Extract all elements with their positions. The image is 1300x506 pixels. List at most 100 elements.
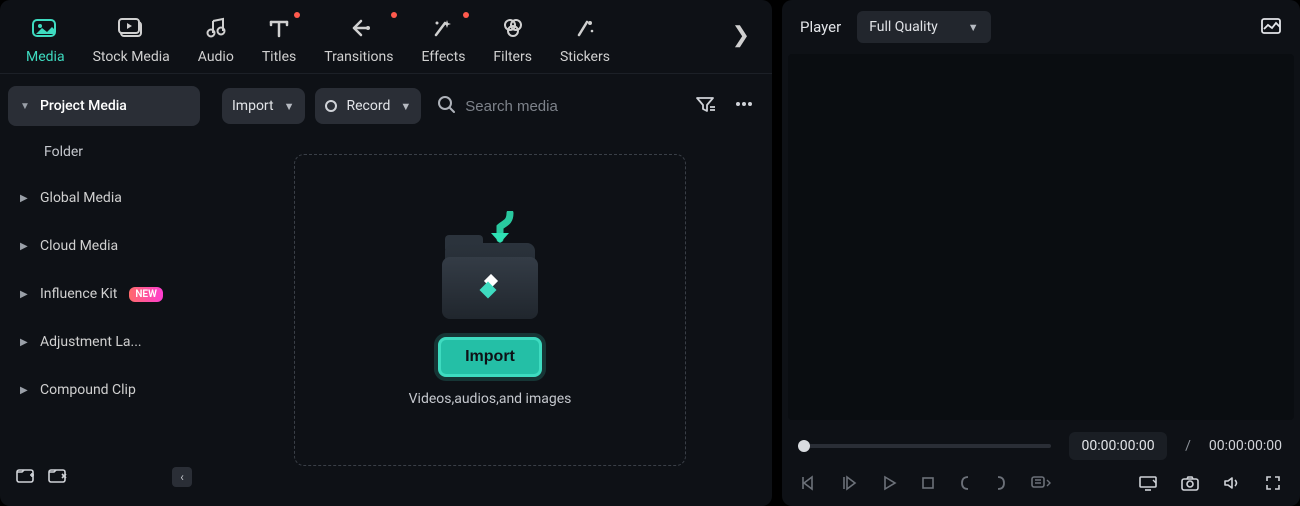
- tab-label: Filters: [493, 49, 532, 65]
- sidebar-item-label: Cloud Media: [40, 238, 118, 254]
- notification-dot-icon: [294, 12, 300, 18]
- new-folder-icon[interactable]: [16, 466, 36, 488]
- chevron-down-icon: ▼: [20, 101, 30, 112]
- mark-in-button[interactable]: [958, 474, 972, 492]
- chevron-right-icon: ❯: [732, 23, 750, 48]
- tab-effects[interactable]: Effects: [407, 6, 479, 73]
- player-controls: [782, 460, 1300, 506]
- sidebar-item-label: Folder: [44, 144, 83, 160]
- progress-thumb[interactable]: [798, 440, 810, 452]
- tab-label: Stock Media: [93, 49, 170, 65]
- notification-dot-icon: [463, 12, 469, 18]
- import-button-label: Import: [465, 348, 515, 365]
- tab-label: Media: [26, 49, 65, 65]
- stickers-icon: [574, 15, 596, 41]
- import-dropdown[interactable]: Import ▼: [222, 88, 305, 124]
- sidebar-item-compound-clip[interactable]: ▶ Compound Clip: [8, 370, 200, 410]
- filters-icon: [501, 15, 525, 41]
- rate-dropdown[interactable]: [1030, 474, 1052, 492]
- media-dropzone[interactable]: Import Videos,audios,and images: [294, 154, 686, 466]
- notification-dot-icon: [391, 12, 397, 18]
- record-label: Record: [347, 98, 391, 114]
- search-icon: [437, 95, 455, 117]
- chevron-down-icon: ▼: [284, 100, 295, 113]
- tab-label: Titles: [262, 49, 296, 65]
- mark-out-button[interactable]: [994, 474, 1008, 492]
- player-quality-select[interactable]: Full Quality ▼: [857, 11, 990, 43]
- prev-frame-button[interactable]: [800, 475, 818, 491]
- sidebar-item-influence-kit[interactable]: ▶ Influence Kit NEW: [8, 274, 200, 314]
- chevron-down-icon: ▼: [400, 100, 411, 113]
- tab-filters[interactable]: Filters: [479, 6, 546, 73]
- sidebar-item-label: Global Media: [40, 190, 122, 206]
- collapse-sidebar-button[interactable]: ‹: [172, 467, 192, 487]
- import-label: Import: [232, 98, 274, 114]
- topnav-more-button[interactable]: ❯: [722, 23, 760, 56]
- topnav: Media Stock Media Audio Titles: [0, 0, 772, 74]
- chevron-right-icon: ▶: [20, 193, 30, 204]
- media-main: Import ▼ Record ▼: [208, 74, 772, 506]
- player-panel: Player Full Quality ▼ 00:00:00:00 / 00:0…: [782, 0, 1300, 506]
- play-button[interactable]: [880, 474, 898, 492]
- sidebar-item-cloud-media[interactable]: ▶ Cloud Media: [8, 226, 200, 266]
- sidebar-item-label: Compound Clip: [40, 382, 136, 398]
- player-progress: 00:00:00:00 / 00:00:00:00: [782, 420, 1300, 460]
- tab-transitions[interactable]: Transitions: [310, 6, 407, 73]
- camera-button[interactable]: [1180, 474, 1200, 492]
- time-separator: /: [1185, 438, 1191, 454]
- tab-label: Stickers: [560, 49, 610, 65]
- dropzone-hint: Videos,audios,and images: [409, 391, 572, 407]
- snapshot-button[interactable]: [1260, 15, 1282, 39]
- transitions-icon: [346, 15, 372, 41]
- volume-button[interactable]: [1222, 474, 1242, 492]
- effects-icon: [431, 15, 455, 41]
- sidebar-item-label: Adjustment La...: [40, 334, 142, 350]
- player-canvas: [788, 54, 1294, 420]
- titles-icon: [268, 15, 290, 41]
- tab-stickers[interactable]: Stickers: [546, 6, 624, 73]
- tab-label: Effects: [421, 49, 465, 65]
- media-toolbar: Import ▼ Record ▼: [222, 86, 758, 126]
- chevron-right-icon: ▶: [20, 241, 30, 252]
- filter-button[interactable]: [690, 94, 720, 118]
- media-icon: [32, 15, 58, 41]
- more-button[interactable]: [730, 94, 758, 118]
- chevron-right-icon: ▶: [20, 289, 30, 300]
- tab-stock-media[interactable]: Stock Media: [79, 6, 184, 73]
- delete-folder-icon[interactable]: [48, 466, 68, 488]
- sidebar-item-global-media[interactable]: ▶ Global Media: [8, 178, 200, 218]
- stock-media-icon: [118, 15, 144, 41]
- tab-audio[interactable]: Audio: [184, 6, 248, 73]
- display-button[interactable]: [1138, 474, 1158, 492]
- sidebar-item-label: Project Media: [40, 98, 127, 114]
- tab-titles[interactable]: Titles: [248, 6, 310, 73]
- sidebar-item-project-media[interactable]: ▼ Project Media: [8, 86, 200, 126]
- stop-button[interactable]: [920, 475, 936, 491]
- chevron-down-icon: ▼: [968, 21, 979, 34]
- sidebar-item-adjustment-layer[interactable]: ▶ Adjustment La...: [8, 322, 200, 362]
- player-title: Player: [800, 18, 841, 36]
- chevron-left-icon: ‹: [180, 470, 184, 484]
- tab-label: Transitions: [324, 49, 393, 65]
- media-library-panel: Media Stock Media Audio Titles: [0, 0, 772, 506]
- audio-icon: [205, 15, 227, 41]
- record-dropdown[interactable]: Record ▼: [315, 88, 422, 124]
- sidebar-item-folder[interactable]: Folder: [8, 134, 200, 170]
- tab-label: Audio: [198, 49, 234, 65]
- progress-slider[interactable]: [800, 444, 1051, 448]
- import-folder-icon: [430, 213, 550, 323]
- time-current[interactable]: 00:00:00:00: [1069, 432, 1167, 460]
- new-badge: NEW: [129, 287, 163, 302]
- step-back-button[interactable]: [840, 475, 858, 491]
- search-wrap: [431, 95, 680, 117]
- media-sidebar: ▼ Project Media Folder ▶ Global Media ▶ …: [0, 74, 208, 506]
- chevron-right-icon: ▶: [20, 385, 30, 396]
- import-button[interactable]: Import: [438, 337, 542, 377]
- time-total: 00:00:00:00: [1209, 438, 1282, 454]
- tab-media[interactable]: Media: [12, 6, 79, 73]
- record-icon: [325, 100, 337, 112]
- player-header: Player Full Quality ▼: [782, 0, 1300, 54]
- fullscreen-button[interactable]: [1264, 474, 1282, 492]
- search-input[interactable]: [465, 98, 680, 115]
- quality-label: Full Quality: [869, 19, 938, 35]
